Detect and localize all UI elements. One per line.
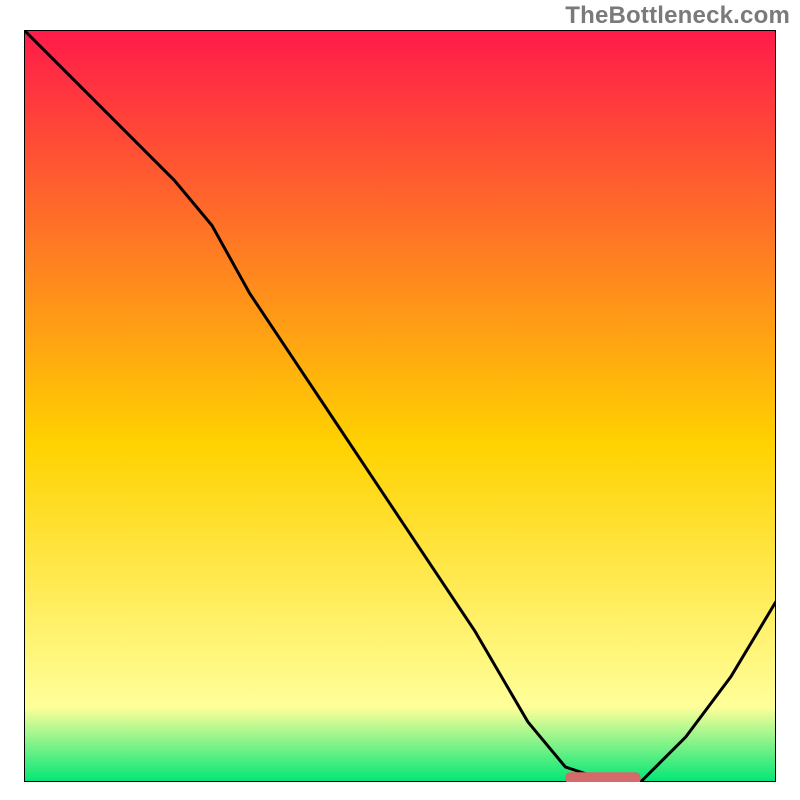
watermark-text: TheBottleneck.com <box>565 2 790 30</box>
bottleneck-chart <box>24 30 776 782</box>
optimal-marker <box>565 772 640 782</box>
